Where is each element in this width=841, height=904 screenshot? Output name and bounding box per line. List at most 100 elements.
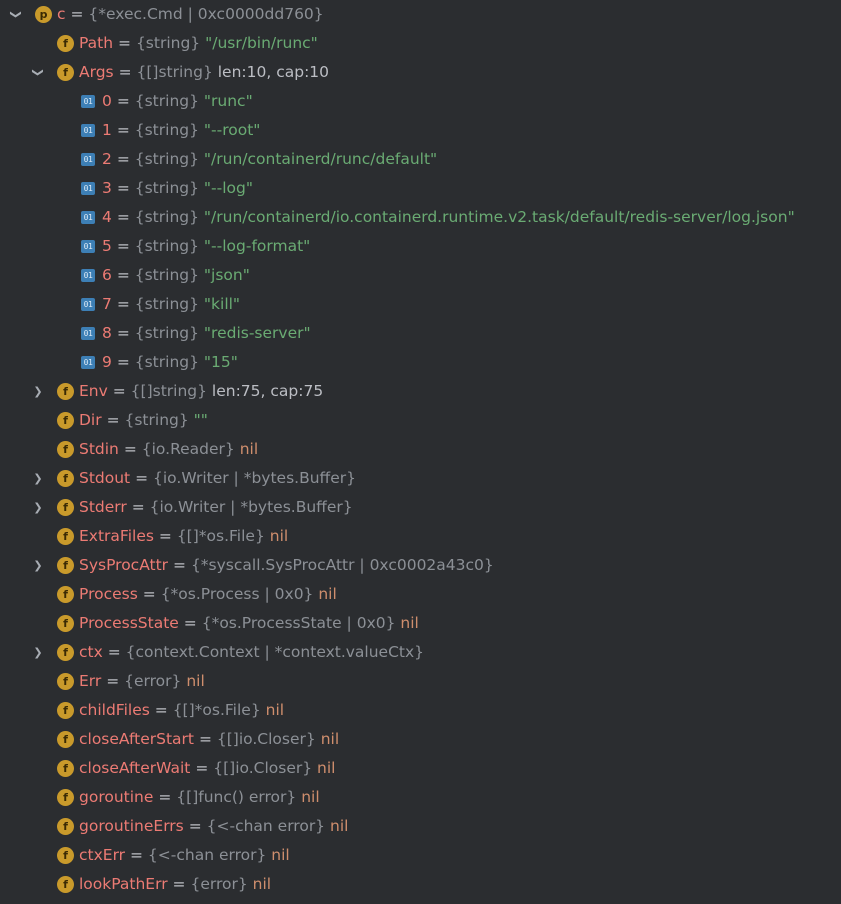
variable-type: {io.Reader}: [141, 440, 235, 458]
variable-type: {[]string}: [136, 63, 213, 81]
equals-sign: =: [116, 92, 130, 110]
variable-value: "--root": [203, 121, 261, 139]
tree-row-stdout[interactable]: ❯ f Stdout = {io.Writer | *bytes.Buffer}: [0, 464, 841, 493]
tree-row-goroutineerrs[interactable]: f goroutineErrs = {<-chan error} nil: [0, 812, 841, 841]
variable-type: {*os.Process | 0x0}: [160, 585, 314, 603]
tree-row-env[interactable]: ❯ f Env = {[]string} len:75, cap:75: [0, 377, 841, 406]
equals-sign: =: [116, 237, 130, 255]
chevron-down-icon[interactable]: ❯: [2, 7, 31, 23]
tree-row-path[interactable]: f Path = {string} "/usr/bin/runc": [0, 29, 841, 58]
tree-row-extrafiles[interactable]: f ExtraFiles = {[]*os.File} nil: [0, 522, 841, 551]
tree-row-args-8[interactable]: 01 8 = {string} "redis-server": [0, 319, 841, 348]
variable-type: {string}: [134, 92, 199, 110]
variable-type: {string}: [134, 353, 199, 371]
chevron-right-icon[interactable]: ❯: [30, 377, 46, 406]
tree-row-text: lookPathErr = {error} nil: [79, 870, 271, 899]
tree-row-ctx[interactable]: ❯ f ctx = {context.Context | *context.valu…: [0, 638, 841, 667]
variable-value: "--log-format": [203, 237, 311, 255]
tree-row-args[interactable]: ❯ f Args = {[]string} len:10, cap:10: [0, 58, 841, 87]
equals-sign: =: [158, 527, 172, 545]
tree-row-c[interactable]: ❯ p c = {*exec.Cmd | 0xc0000dd760}: [0, 0, 841, 29]
variable-name: 1: [102, 121, 112, 139]
tree-row-text: 3 = {string} "--log": [102, 174, 253, 203]
variable-value: nil: [271, 846, 290, 864]
tree-row-text: ProcessState = {*os.ProcessState | 0x0} …: [79, 609, 419, 638]
variable-type: {*syscall.SysProcAttr | 0xc0002a43c0}: [190, 556, 494, 574]
tree-row-closeafterstart[interactable]: f closeAfterStart = {[]io.Closer} nil: [0, 725, 841, 754]
variable-name: Stderr: [79, 498, 127, 516]
tree-row-args-2[interactable]: 01 2 = {string} "/run/containerd/runc/def…: [0, 145, 841, 174]
tree-row-err[interactable]: f Err = {error} nil: [0, 667, 841, 696]
field-icon: f: [57, 876, 74, 893]
tree-row-closeafterwait[interactable]: f closeAfterWait = {[]io.Closer} nil: [0, 754, 841, 783]
chevron-right-icon[interactable]: ❯: [30, 493, 46, 522]
chevron-down-icon[interactable]: ❯: [24, 65, 53, 81]
variable-type: {string}: [135, 34, 201, 52]
tree-row-sysprocattr[interactable]: ❯ f SysProcAttr = {*syscall.SysProcAttr | …: [0, 551, 841, 580]
variable-name: Stdin: [79, 440, 119, 458]
tree-row-args-1[interactable]: 01 1 = {string} "--root": [0, 116, 841, 145]
tree-row-text: Path = {string} "/usr/bin/runc": [79, 29, 318, 58]
chevron-right-icon[interactable]: ❯: [30, 638, 46, 667]
variable-value: nil: [252, 875, 272, 893]
variable-type: {<-chan error}: [147, 846, 267, 864]
field-icon: f: [57, 731, 74, 748]
tree-row-ctxerr[interactable]: f ctxErr = {<-chan error} nil: [0, 841, 841, 870]
variable-type: {[]io.Closer}: [216, 730, 316, 748]
variable-value: nil: [400, 614, 419, 632]
variable-value: "kill": [203, 295, 241, 313]
field-icon: f: [57, 528, 74, 545]
tree-row-args-7[interactable]: 01 7 = {string} "kill": [0, 290, 841, 319]
variable-name: SysProcAttr: [79, 556, 169, 574]
variable-value: nil: [269, 527, 289, 545]
tree-row-args-0[interactable]: 01 0 = {string} "runc": [0, 87, 841, 116]
chevron-right-icon[interactable]: ❯: [30, 551, 46, 580]
variable-name: closeAfterWait: [79, 759, 191, 777]
variable-name: Process: [79, 585, 138, 603]
tree-row-text: Stdout = {io.Writer | *bytes.Buffer}: [79, 464, 356, 493]
tree-row-process[interactable]: f Process = {*os.Process | 0x0} nil: [0, 580, 841, 609]
equals-sign: =: [142, 585, 156, 603]
variable-value: nil: [317, 759, 336, 777]
tree-row-goroutine[interactable]: f goroutine = {[]func() error} nil: [0, 783, 841, 812]
array-element-icon: 01: [81, 298, 95, 311]
array-element-icon: 01: [81, 124, 95, 137]
tree-row-args-4[interactable]: 01 4 = {string} "/run/containerd/io.conta…: [0, 203, 841, 232]
variable-name: ctx: [79, 643, 103, 661]
equals-sign: =: [172, 875, 186, 893]
variable-type: {[]*os.File}: [172, 701, 261, 719]
equals-sign: =: [116, 266, 130, 284]
tree-row-args-5[interactable]: 01 5 = {string} "--log-format": [0, 232, 841, 261]
variable-value: "15": [203, 353, 238, 371]
tree-row-stdin[interactable]: f Stdin = {io.Reader} nil: [0, 435, 841, 464]
variable-type: {string}: [124, 411, 189, 429]
tree-row-childfiles[interactable]: f childFiles = {[]*os.File} nil: [0, 696, 841, 725]
variable-value: nil: [265, 701, 285, 719]
tree-row-dir[interactable]: f Dir = {string} "": [0, 406, 841, 435]
chevron-right-icon[interactable]: ❯: [30, 464, 46, 493]
variable-value: "runc": [203, 92, 253, 110]
field-icon: f: [57, 35, 74, 52]
variable-name: Dir: [79, 411, 102, 429]
field-icon: f: [57, 789, 74, 806]
field-icon: f: [57, 470, 74, 487]
tree-row-stderr[interactable]: ❯ f Stderr = {io.Writer | *bytes.Buffer}: [0, 493, 841, 522]
tree-row-args-9[interactable]: 01 9 = {string} "15": [0, 348, 841, 377]
field-icon: f: [57, 441, 74, 458]
field-icon: f: [57, 760, 74, 777]
tree-row-lookpatherr[interactable]: f lookPathErr = {error} nil: [0, 870, 841, 899]
tree-row-text: ctxErr = {<-chan error} nil: [79, 841, 290, 870]
variable-type: {string}: [134, 150, 199, 168]
field-icon: f: [57, 64, 74, 81]
array-element-icon: 01: [81, 327, 95, 340]
equals-sign: =: [116, 324, 130, 342]
tree-row-processstate[interactable]: f ProcessState = {*os.ProcessState | 0x0}…: [0, 609, 841, 638]
field-icon: f: [57, 412, 74, 429]
tree-row-args-3[interactable]: 01 3 = {string} "--log": [0, 174, 841, 203]
tree-row-text: Err = {error} nil: [79, 667, 205, 696]
equals-sign: =: [116, 353, 130, 371]
variable-type: {[]string}: [130, 382, 207, 400]
tree-row-args-6[interactable]: 01 6 = {string} "json": [0, 261, 841, 290]
equals-sign: =: [107, 643, 121, 661]
variable-value: "/run/containerd/io.containerd.runtime.v…: [203, 208, 795, 226]
